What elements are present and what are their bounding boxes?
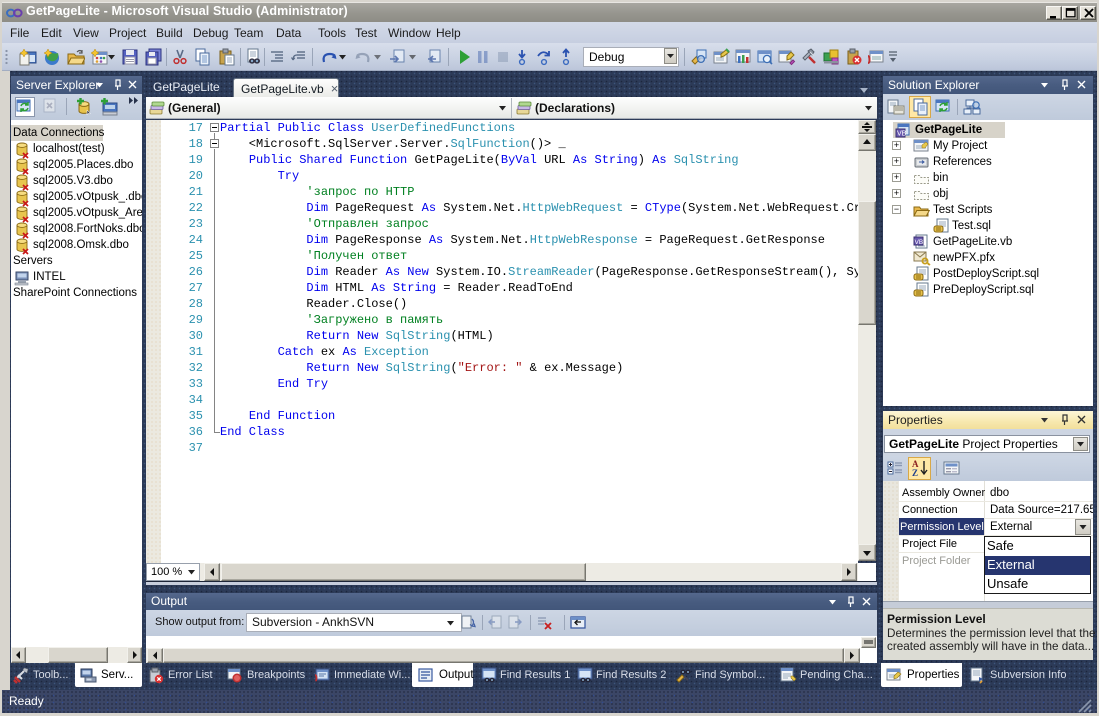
svg-text:VB: VB: [897, 131, 907, 138]
svg-text:Z: Z: [912, 468, 918, 478]
svg-text:VB: VB: [915, 239, 924, 246]
